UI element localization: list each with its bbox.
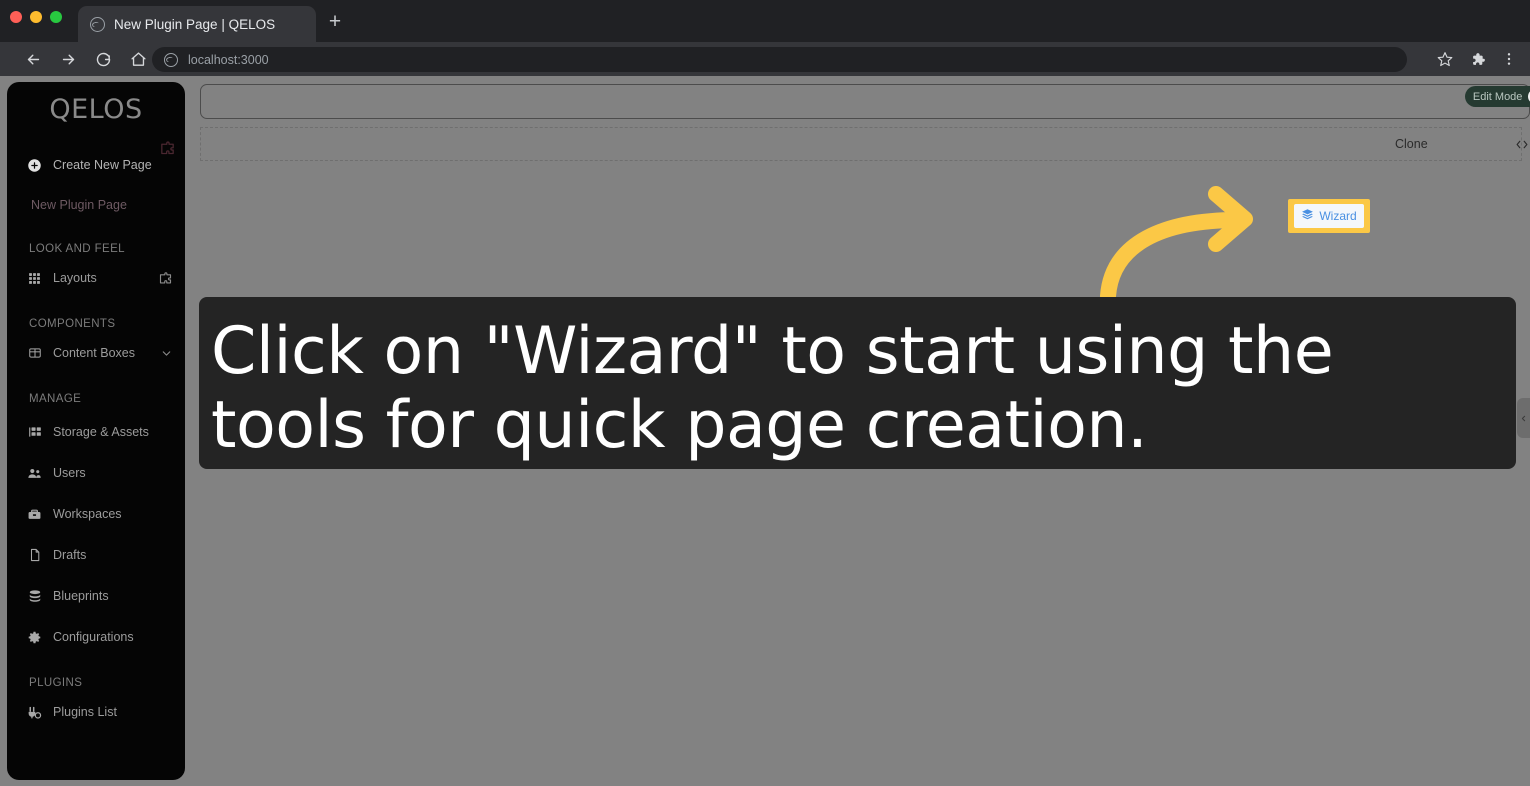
sidebar-item-label: Configurations	[53, 630, 134, 644]
qelos-logo: QELOS	[7, 82, 185, 136]
back-arrow-icon[interactable]	[18, 44, 48, 74]
sidebar-item-users[interactable]: Users	[7, 456, 185, 490]
browser-tab-title: New Plugin Page | QELOS	[114, 16, 276, 32]
document-icon	[27, 548, 42, 563]
grid-icon	[27, 271, 42, 286]
globe-icon	[90, 16, 105, 32]
maximize-window-button[interactable]	[50, 11, 62, 23]
sidebar-item-label: Plugins List	[53, 705, 117, 719]
new-tab-button[interactable]: +	[322, 10, 348, 36]
sidebar-item-label: Workspaces	[53, 507, 122, 521]
plus-circle-icon	[27, 158, 42, 173]
sidebar-item-label: Users	[53, 466, 86, 480]
sidebar-item-layouts[interactable]: Layouts	[7, 261, 185, 295]
users-icon	[27, 466, 42, 481]
editor-drop-zone	[200, 127, 1522, 161]
address-bar[interactable]: localhost:3000	[152, 47, 1407, 72]
code-button[interactable]: Code	[1503, 131, 1530, 157]
sidebar-section-look-and-feel: LOOK AND FEEL	[29, 243, 125, 255]
app-top-bar	[200, 84, 1530, 119]
sidebar-item-label: Drafts	[53, 548, 87, 562]
globe-icon	[164, 52, 178, 67]
sidebar-item-create-new-page[interactable]: Create New Page	[7, 148, 185, 182]
page-editor-toolbar: Clone Wizard Code Remove	[1383, 129, 1530, 159]
sidebar-item-storage-and-assets[interactable]: Storage & Assets	[7, 415, 185, 449]
sidebar-item-drafts[interactable]: Drafts	[7, 538, 185, 572]
sidebar-item-content-boxes[interactable]: Content Boxes	[7, 336, 185, 370]
wizard-button[interactable]: Wizard	[1294, 204, 1364, 228]
sidebar-item-configurations[interactable]: Configurations	[7, 620, 185, 654]
app-sidebar: QELOS Create New Page New Plugin Page LO…	[7, 82, 185, 780]
browser-toolbar: localhost:3000	[0, 42, 1530, 76]
chevron-down-icon[interactable]	[160, 347, 173, 360]
address-bar-url: localhost:3000	[188, 52, 269, 67]
sidebar-item-label: Storage & Assets	[53, 425, 149, 439]
clone-button[interactable]: Clone	[1383, 131, 1440, 157]
plugin-icon[interactable]	[158, 271, 173, 286]
sidebar-item-label: Layouts	[53, 271, 97, 285]
wizard-layers-icon	[1301, 208, 1314, 224]
page-viewport: QELOS Create New Page New Plugin Page LO…	[0, 76, 1530, 786]
logo-text: QELOS	[49, 93, 143, 125]
sidebar-section-components: COMPONENTS	[29, 318, 116, 330]
sidebar-section-manage: MANAGE	[29, 393, 82, 405]
storage-icon	[27, 425, 42, 440]
wizard-button-label: Wizard	[1319, 209, 1357, 223]
star-icon[interactable]	[1432, 46, 1458, 72]
browser-tab[interactable]: New Plugin Page | QELOS	[78, 6, 316, 42]
edit-mode-label: Edit Mode	[1472, 90, 1523, 103]
sidebar-item-label: Content Boxes	[53, 346, 135, 360]
browser-tab-strip: New Plugin Page | QELOS +	[0, 0, 1530, 42]
sidebar-item-label: Blueprints	[53, 589, 109, 603]
screenshot-root: New Plugin Page | QELOS + localhost:3000	[0, 0, 1530, 786]
browser-toolbar-actions	[1432, 42, 1522, 76]
code-brackets-icon	[1515, 138, 1529, 151]
three-dot-menu-icon[interactable]	[1496, 46, 1522, 72]
instruction-callout: Click on "Wizard" to start using the too…	[199, 297, 1516, 469]
sidebar-item-new-plugin-page[interactable]: New Plugin Page	[7, 190, 185, 220]
home-icon[interactable]	[123, 44, 153, 74]
plugins-list-icon	[27, 705, 42, 720]
clone-button-label: Clone	[1394, 137, 1428, 151]
briefcase-icon	[27, 507, 42, 522]
sidebar-item-workspaces[interactable]: Workspaces	[7, 497, 185, 531]
sidebar-item-blueprints[interactable]: Blueprints	[7, 579, 185, 613]
reload-icon[interactable]	[88, 44, 118, 74]
forward-arrow-icon[interactable]	[53, 44, 83, 74]
close-window-button[interactable]	[10, 11, 22, 23]
window-traffic-lights	[10, 11, 62, 23]
box-icon	[27, 346, 42, 361]
collapse-panel-chevron-icon[interactable]	[1517, 398, 1530, 438]
minimize-window-button[interactable]	[30, 11, 42, 23]
gear-icon	[27, 630, 42, 645]
top-bar-controls: Edit Mode Administrator	[1464, 86, 1530, 107]
database-icon	[27, 589, 42, 604]
sidebar-section-plugins: PLUGINS	[29, 677, 83, 689]
sidebar-item-label: Create New Page	[53, 158, 152, 172]
sidebar-active-item-label: New Plugin Page	[31, 198, 127, 212]
sidebar-item-plugins-list[interactable]: Plugins List	[7, 695, 185, 729]
puzzle-icon[interactable]	[1464, 46, 1490, 72]
edit-mode-toggle[interactable]: Edit Mode	[1464, 86, 1530, 107]
